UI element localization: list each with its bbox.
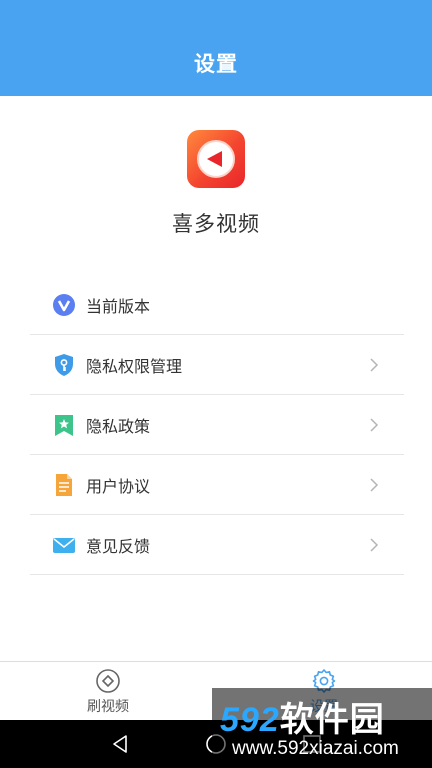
watermark-brand: 592	[220, 701, 280, 739]
tab-video[interactable]: 刷视频	[58, 668, 158, 716]
tab-label: 刷视频	[87, 699, 129, 715]
settings-menu: 当前版本 隐私权限管理 隐私政策 用户协议 意见反馈	[30, 275, 404, 575]
title-bar: 设置	[0, 0, 432, 96]
settings-screen: 设置 喜多视频 当前版本 隐私权限管理 隐私政策 用户协议 意见反馈 刷视频 5…	[0, 0, 432, 768]
version-v-icon	[52, 293, 76, 317]
menu-item-label: 当前版本	[86, 296, 151, 316]
play-circle-icon	[96, 669, 120, 693]
menu-item-version[interactable]: 当前版本	[30, 275, 404, 335]
watermark-url: www.592xiazai.com	[232, 738, 399, 759]
mail-icon	[52, 533, 76, 557]
menu-item-label: 用户协议	[86, 476, 151, 496]
menu-item-label: 意见反馈	[86, 536, 151, 556]
menu-item-privacy-policy[interactable]: 隐私政策	[30, 395, 404, 455]
app-logo-icon	[187, 130, 245, 188]
document-icon	[52, 473, 76, 497]
menu-item-privacy-permissions[interactable]: 隐私权限管理	[30, 335, 404, 395]
app-info: 喜多视频	[0, 130, 432, 238]
menu-item-label: 隐私权限管理	[86, 356, 183, 376]
bookmark-star-icon	[52, 413, 76, 437]
chevron-right-icon	[370, 478, 379, 492]
chevron-right-icon	[370, 418, 379, 432]
watermark: 592软件园 www.592xiazai.com	[212, 688, 432, 768]
chevron-right-icon	[370, 358, 379, 372]
menu-item-label: 隐私政策	[86, 416, 151, 436]
menu-item-feedback[interactable]: 意见反馈	[30, 515, 404, 575]
watermark-logo: 592软件园	[220, 692, 385, 741]
menu-item-user-agreement[interactable]: 用户协议	[30, 455, 404, 515]
watermark-brand-cn: 软件园	[279, 701, 385, 739]
app-name: 喜多视频	[172, 212, 260, 236]
chevron-right-icon	[370, 538, 379, 552]
privacy-shield-icon	[52, 353, 76, 377]
page-title: 设置	[194, 52, 238, 76]
back-triangle-icon[interactable]	[108, 732, 132, 756]
